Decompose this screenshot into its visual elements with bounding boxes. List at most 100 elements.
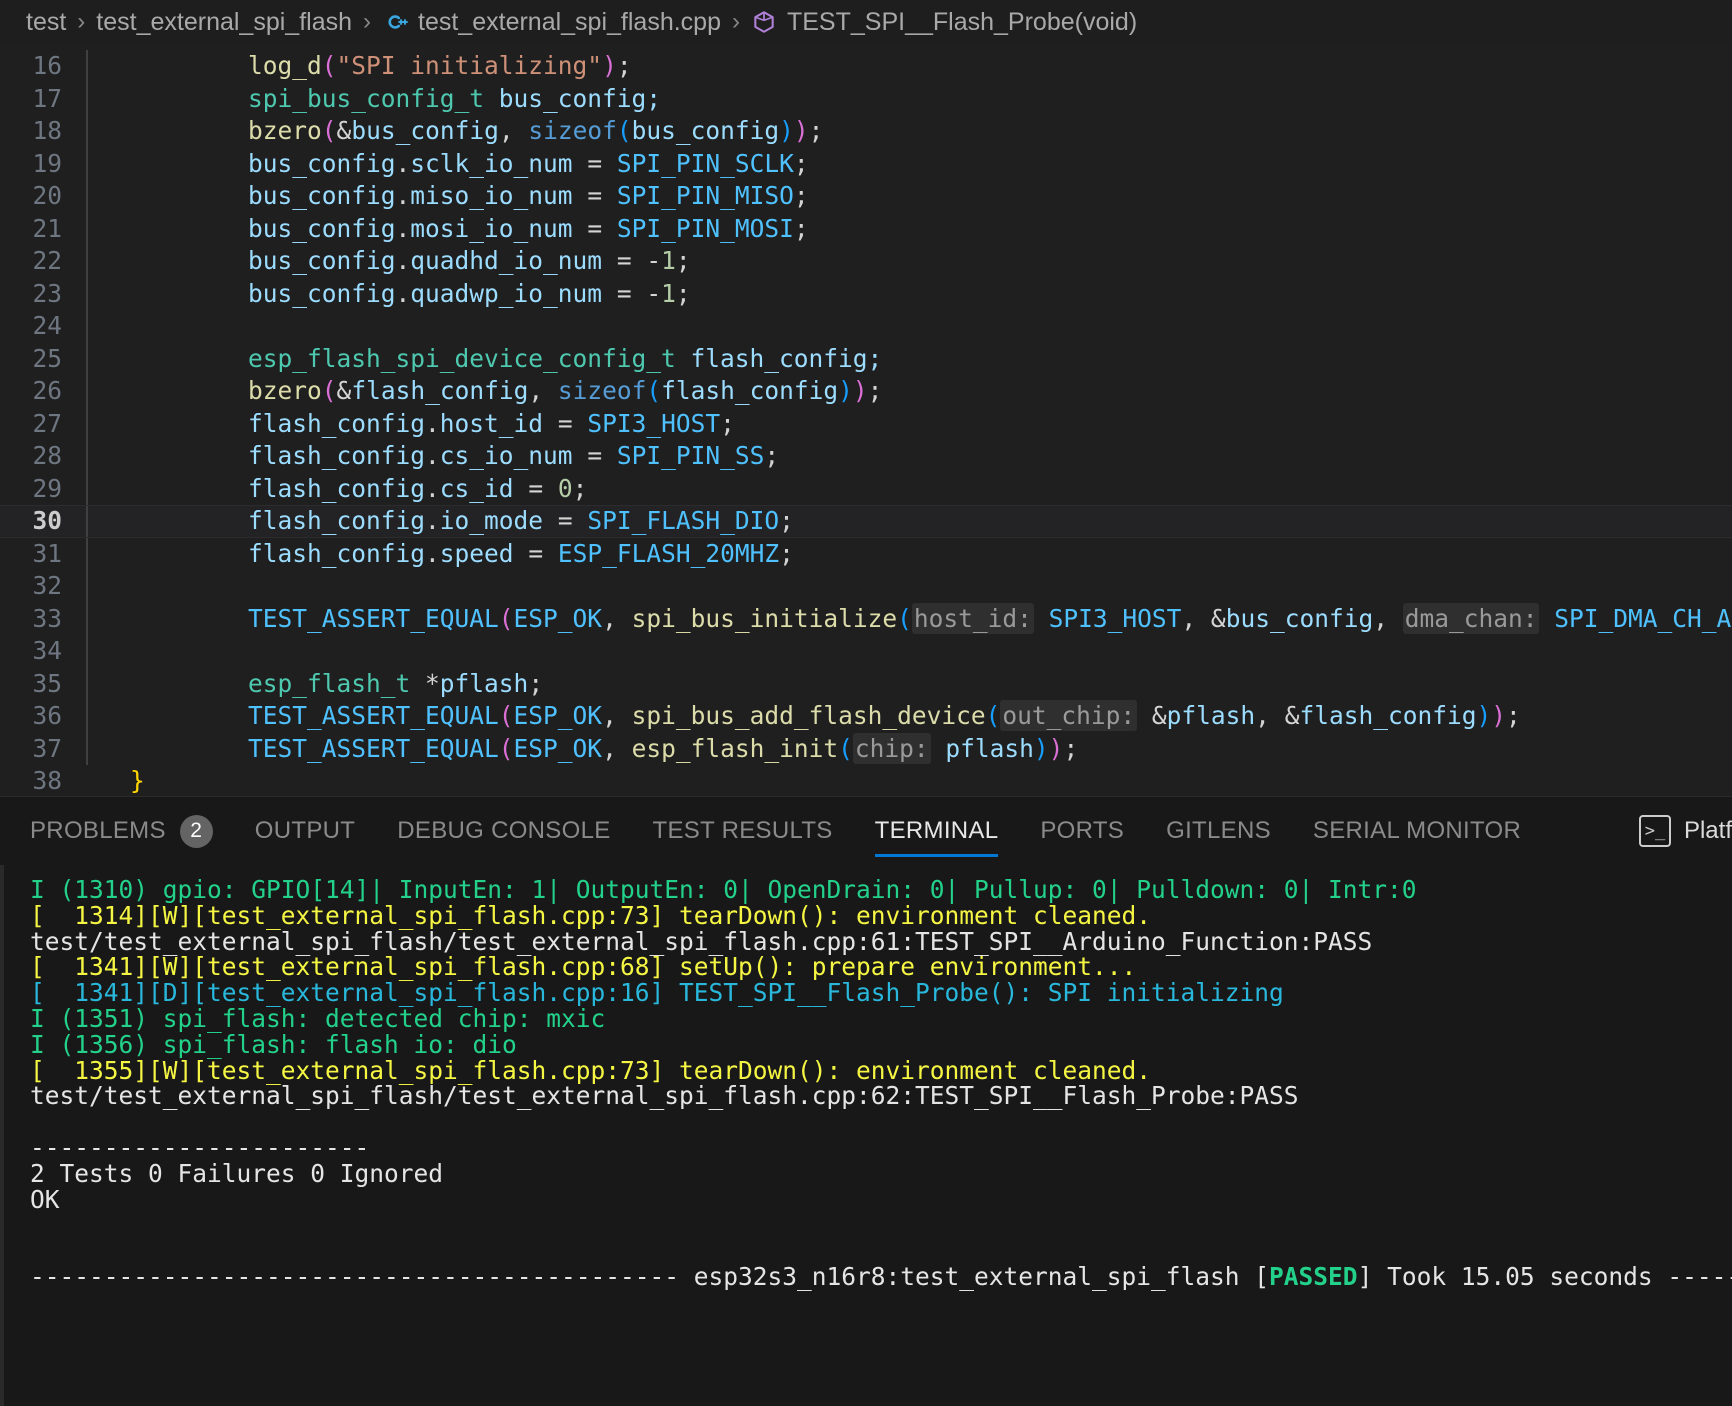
tab-terminal[interactable]: TERMINAL <box>874 797 999 865</box>
code-token: ) <box>1048 733 1064 763</box>
code-line[interactable]: 32 <box>0 570 1732 603</box>
terminal-text: OK <box>30 1184 60 1214</box>
line-number: 24 <box>32 311 62 340</box>
line-number: 32 <box>32 571 62 600</box>
line-number: 31 <box>32 538 62 568</box>
code-token: flash_config <box>248 408 426 438</box>
code-line[interactable]: 22 bus_config.quadhd_io_num = -1; <box>0 245 1732 278</box>
indent-guide <box>86 732 88 765</box>
breadcrumb[interactable]: test › test_external_spi_flash › test_extern… <box>0 0 1732 44</box>
terminal-selector[interactable]: >_ Platf <box>1638 815 1732 847</box>
tab-serial-monitor[interactable]: SERIAL MONITOR <box>1313 797 1521 865</box>
code-text: bus_config.mosi_io_num = SPI_PIN_MOSI; <box>130 213 809 246</box>
problems-count-badge: 2 <box>179 814 213 848</box>
code-line[interactable]: 17 spi_bus_config_t bus_config; <box>0 82 1732 115</box>
code-line[interactable]: 36 TEST_ASSERT_EQUAL(ESP_OK, spi_bus_add… <box>0 700 1732 733</box>
code-token: = <box>572 213 617 243</box>
code-text: log_d("SPI initializing"); <box>130 50 632 83</box>
breadcrumb-item-1[interactable]: test_external_spi_flash <box>96 8 352 37</box>
code-line[interactable]: 19 bus_config.sclk_io_num = SPI_PIN_SCLK… <box>0 147 1732 180</box>
code-token: TEST_ASSERT_EQUAL <box>248 603 499 633</box>
code-line[interactable]: 33 TEST_ASSERT_EQUAL(ESP_OK, spi_bus_ini… <box>0 602 1732 636</box>
breadcrumb-item-2[interactable]: test_external_spi_flash.cpp <box>382 8 721 37</box>
code-line[interactable]: 30 flash_config.io_mode = SPI_FLASH_DIO; <box>0 505 1732 538</box>
indent-guide <box>86 602 88 635</box>
terminal-line: test/test_external_spi_flash/test_extern… <box>30 928 1732 955</box>
terminal-text: [ <box>1239 1261 1270 1291</box>
code-line[interactable]: 31 flash_config.speed = ESP_FLASH_20MHZ; <box>0 537 1732 570</box>
code-text: TEST_ASSERT_EQUAL(ESP_OK, esp_flash_init… <box>130 732 1079 766</box>
breadcrumb-item-0[interactable]: test <box>26 8 66 37</box>
code-line[interactable]: 21 bus_config.mosi_io_num = SPI_PIN_MOSI… <box>0 212 1732 246</box>
breadcrumb-label: test_external_spi_flash <box>96 7 353 36</box>
terminal-text: ----------------------- <box>30 1132 370 1162</box>
tab-gitlens[interactable]: GITLENS <box>1166 797 1271 865</box>
code-token: , <box>528 376 558 405</box>
code-line[interactable]: 29 flash_config.cs_id = 0; <box>0 472 1732 505</box>
code-token: log_d <box>248 51 322 80</box>
code-line[interactable]: 27 flash_config.host_id = SPI3_HOST; <box>0 407 1732 440</box>
code-token: & <box>1284 701 1300 730</box>
code-line[interactable]: 16 log_d("SPI initializing"); <box>0 50 1732 83</box>
code-line[interactable]: 23 bus_config.quadwp_io_num = -1; <box>0 277 1732 310</box>
code-token: ( <box>498 733 514 763</box>
code-token: bzero <box>248 116 322 145</box>
bottom-panel: PROBLEMS 2 OUTPUT DEBUG CONSOLE TEST RESULTS… <box>0 796 1732 1406</box>
code-line[interactable]: 37 TEST_ASSERT_EQUAL(ESP_OK, esp_flash_i… <box>0 732 1732 766</box>
breadcrumb-item-3[interactable]: TEST_SPI__Flash_Probe(void) <box>751 8 1137 37</box>
code-line[interactable]: 38} <box>0 765 1732 796</box>
tab-problems[interactable]: PROBLEMS 2 <box>30 797 213 865</box>
code-token: ESP_FLASH_20MHZ <box>557 538 780 568</box>
indent-guide <box>86 375 88 408</box>
code-token: SPI_DMA_CH_AUTO <box>1554 603 1732 633</box>
code-token: = <box>513 473 558 503</box>
indent-guide <box>86 765 88 796</box>
code-token: flash_config <box>661 376 839 405</box>
code-line[interactable]: 35 esp_flash_t *pflash; <box>0 667 1732 700</box>
breadcrumb-label: test_external_spi_flash.cpp <box>418 7 721 36</box>
code-text: TEST_ASSERT_EQUAL(ESP_OK, spi_bus_initia… <box>130 602 1732 636</box>
code-token: ( <box>498 701 514 730</box>
status-badge: PASSED <box>1269 1261 1358 1291</box>
line-number: 25 <box>32 343 62 373</box>
code-line[interactable]: 28 flash_config.cs_io_num = SPI_PIN_SS; <box>0 440 1732 473</box>
line-number: 29 <box>32 473 62 503</box>
terminal-text: I (1310) gpio: GPIO[14]| InputEn: 1| Out… <box>30 875 1417 904</box>
tab-ports[interactable]: PORTS <box>1040 797 1124 865</box>
code-text: bus_config.quadhd_io_num = -1; <box>130 245 691 278</box>
code-token: = <box>513 538 558 568</box>
tab-test-results[interactable]: TEST RESULTS <box>653 797 833 865</box>
tab-label: PROBLEMS <box>30 817 166 844</box>
code-line[interactable]: 26 bzero(&flash_config, sizeof(flash_con… <box>0 375 1732 408</box>
code-line[interactable]: 24 <box>0 310 1732 343</box>
code-line[interactable]: 20 bus_config.miso_io_num = SPI_PIN_MISO… <box>0 180 1732 213</box>
code-line[interactable]: 18 bzero(&bus_config, sizeof(bus_config)… <box>0 115 1732 148</box>
line-number: 17 <box>32 83 62 113</box>
tab-label: TERMINAL <box>874 817 999 844</box>
code-line[interactable]: 34 <box>0 635 1732 668</box>
line-number: 38 <box>32 766 62 795</box>
indent-guide <box>86 407 88 440</box>
code-line[interactable]: 25 esp_flash_spi_device_config_t flash_c… <box>0 342 1732 375</box>
tab-output[interactable]: OUTPUT <box>255 797 355 865</box>
code-token: ( <box>985 701 1001 730</box>
code-token: . <box>425 506 440 535</box>
code-text: flash_config.io_mode = SPI_FLASH_DIO; <box>130 505 794 538</box>
code-token: ) <box>838 376 853 405</box>
code-token: ; <box>572 473 588 503</box>
terminal-line: OK <box>30 1184 1732 1214</box>
code-token: ; <box>1063 733 1079 763</box>
terminal-line: [ 1355][W][test_external_spi_flash.cpp:7… <box>30 1057 1732 1084</box>
code-editor[interactable]: 16 log_d("SPI initializing"); 17 spi_bus_… <box>0 44 1732 796</box>
code-token: spi_bus_add_flash_device <box>631 701 986 730</box>
indent-guide <box>86 342 88 375</box>
code-token: ) <box>1491 701 1506 730</box>
tab-label: GITLENS <box>1166 817 1271 844</box>
code-token: ESP_OK <box>513 733 603 763</box>
tab-debug-console[interactable]: DEBUG CONSOLE <box>397 797 610 865</box>
code-token: . <box>395 148 411 178</box>
terminal-output[interactable]: I (1310) gpio: GPIO[14]| InputEn: 1| Out… <box>0 865 1732 1406</box>
